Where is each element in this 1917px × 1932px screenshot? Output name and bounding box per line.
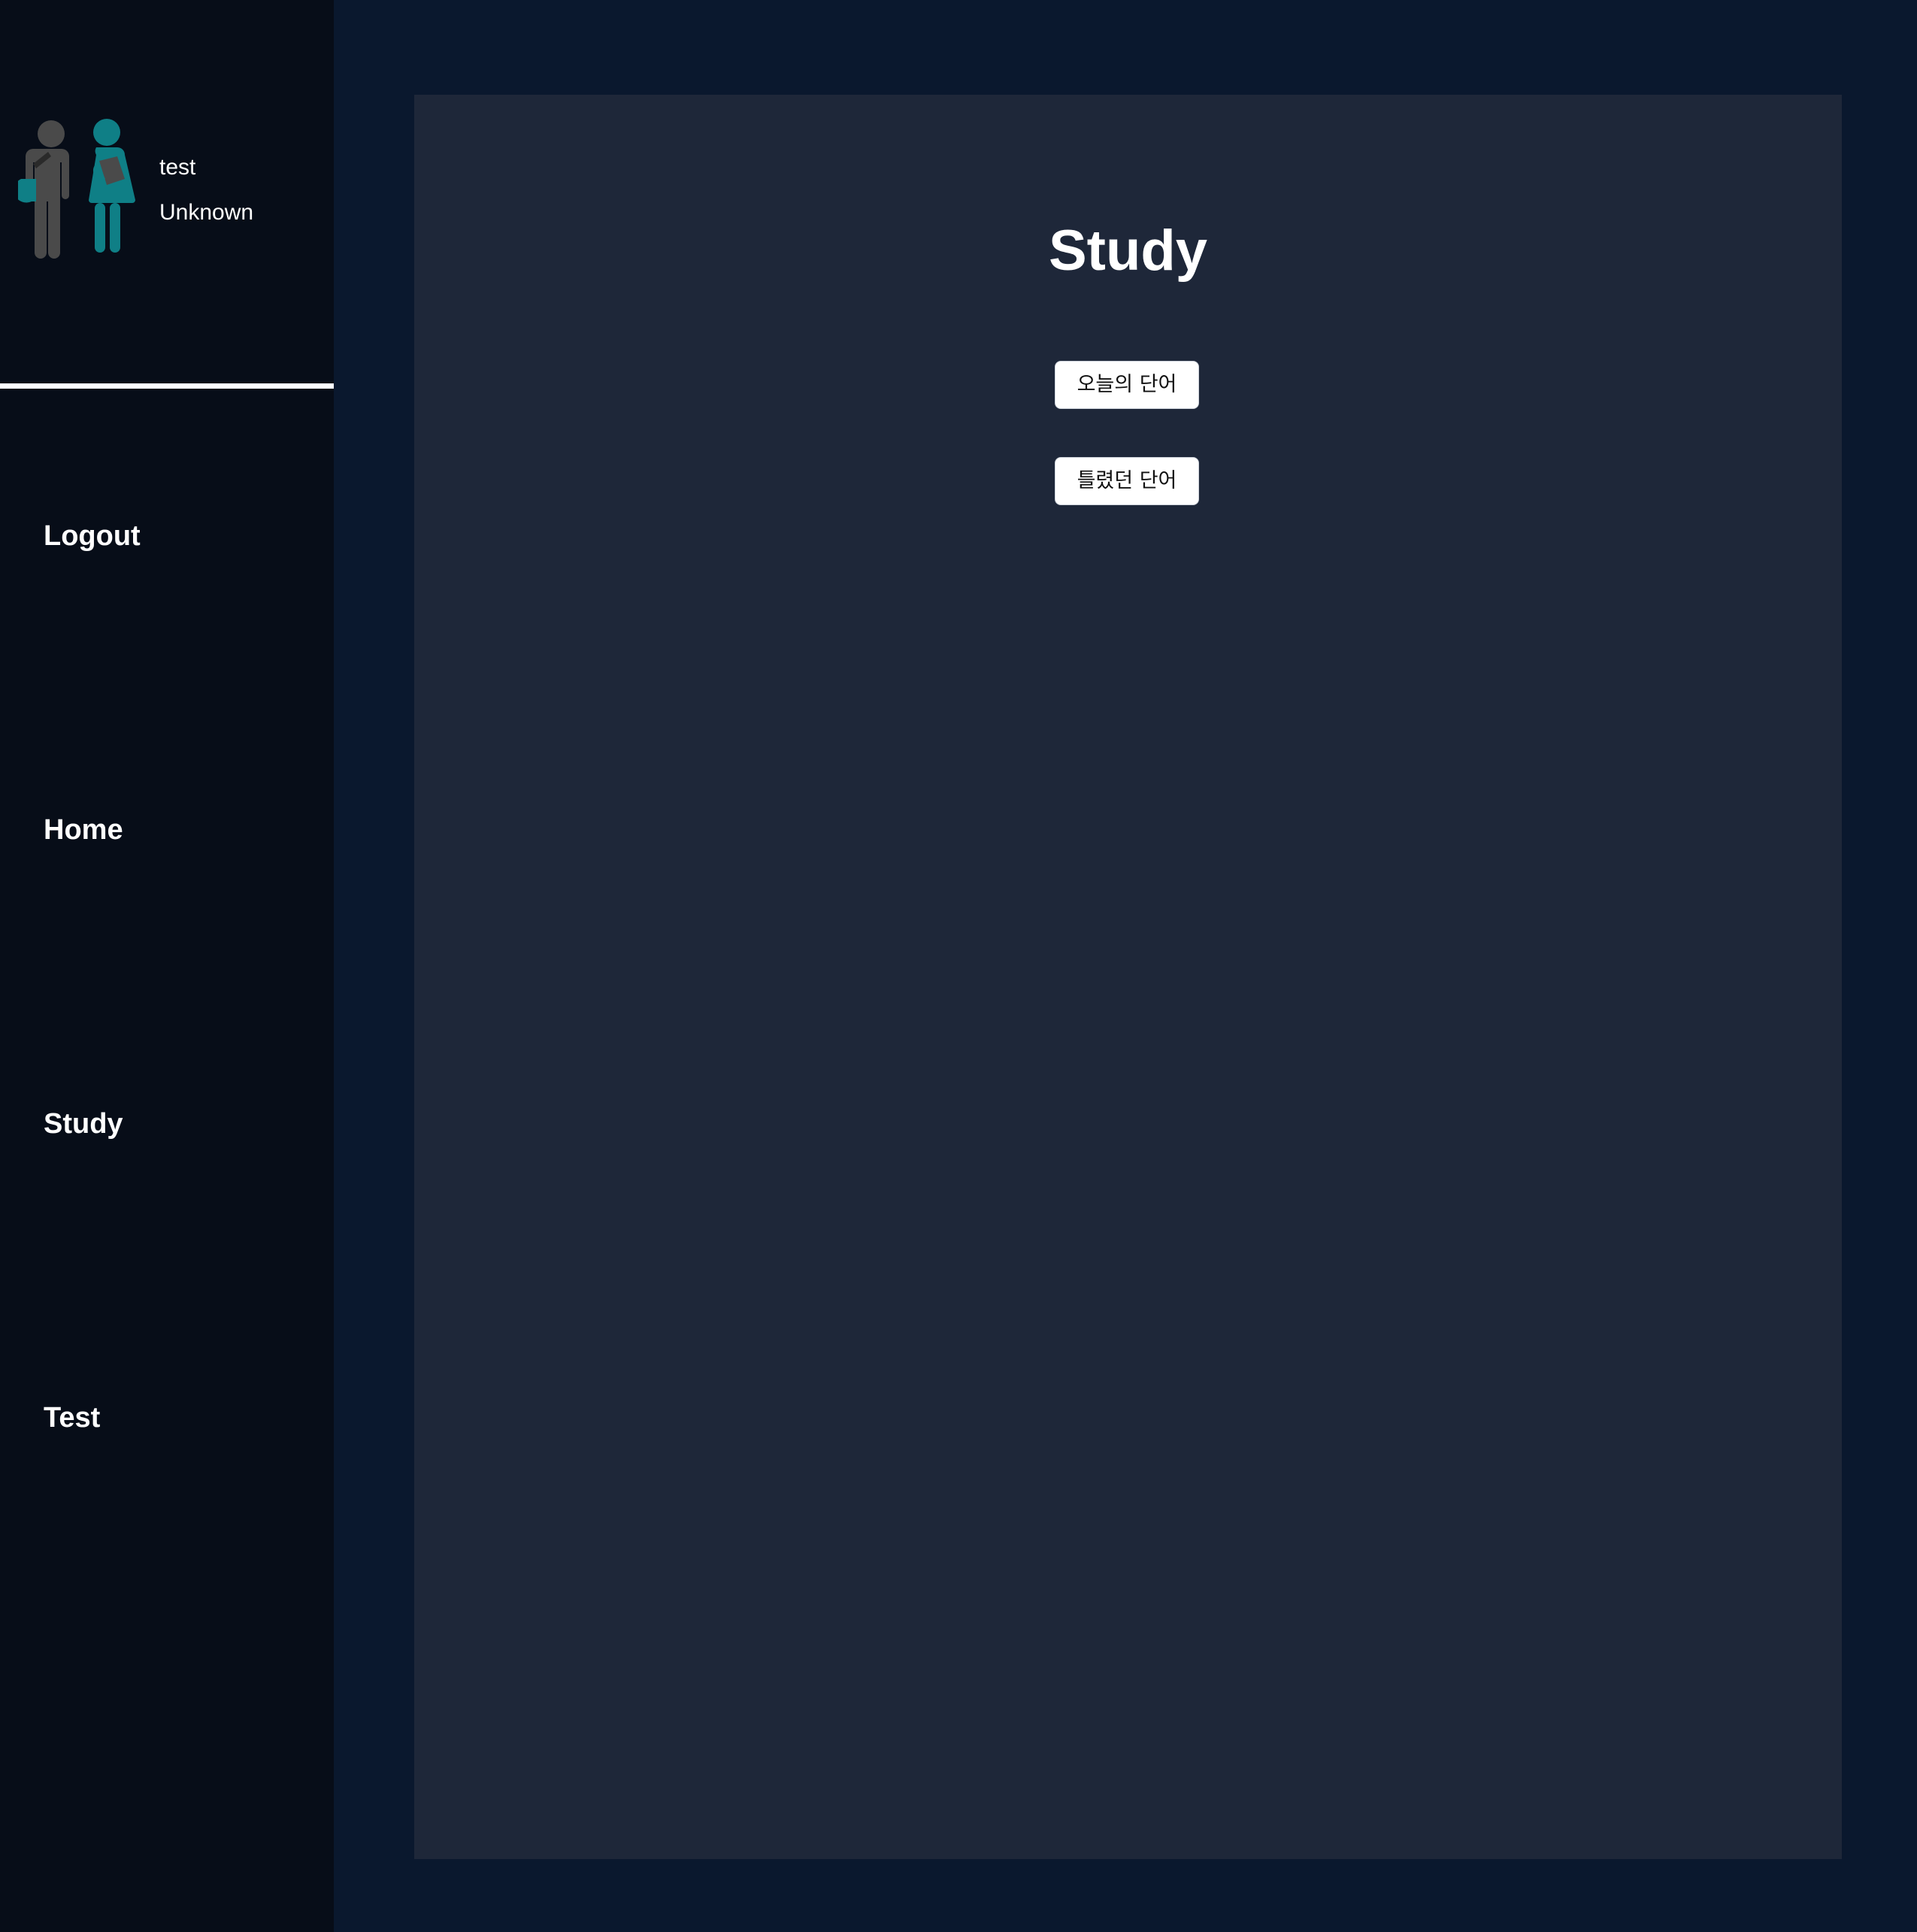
- todays-words-button[interactable]: 오늘의 단어: [1055, 361, 1199, 409]
- wrong-words-button[interactable]: 틀렸던 단어: [1055, 457, 1199, 505]
- sidebar-item-home[interactable]: Home: [44, 813, 123, 847]
- user-role: Unknown: [159, 200, 254, 225]
- sidebar-item-study[interactable]: Study: [44, 1107, 123, 1141]
- sidebar-divider: [0, 383, 334, 389]
- user-name: test: [159, 155, 196, 180]
- main-panel: Study 오늘의 단어 틀렸던 단어: [414, 95, 1842, 1859]
- students-icon: [18, 119, 135, 259]
- user-profile: test Unknown: [0, 0, 334, 382]
- sidebar-item-test[interactable]: Test: [44, 1401, 100, 1435]
- sidebar-item-logout[interactable]: Logout: [44, 519, 141, 553]
- sidebar: test Unknown Logout Home Study Test: [0, 0, 334, 1932]
- page-title: Study: [1048, 219, 1208, 283]
